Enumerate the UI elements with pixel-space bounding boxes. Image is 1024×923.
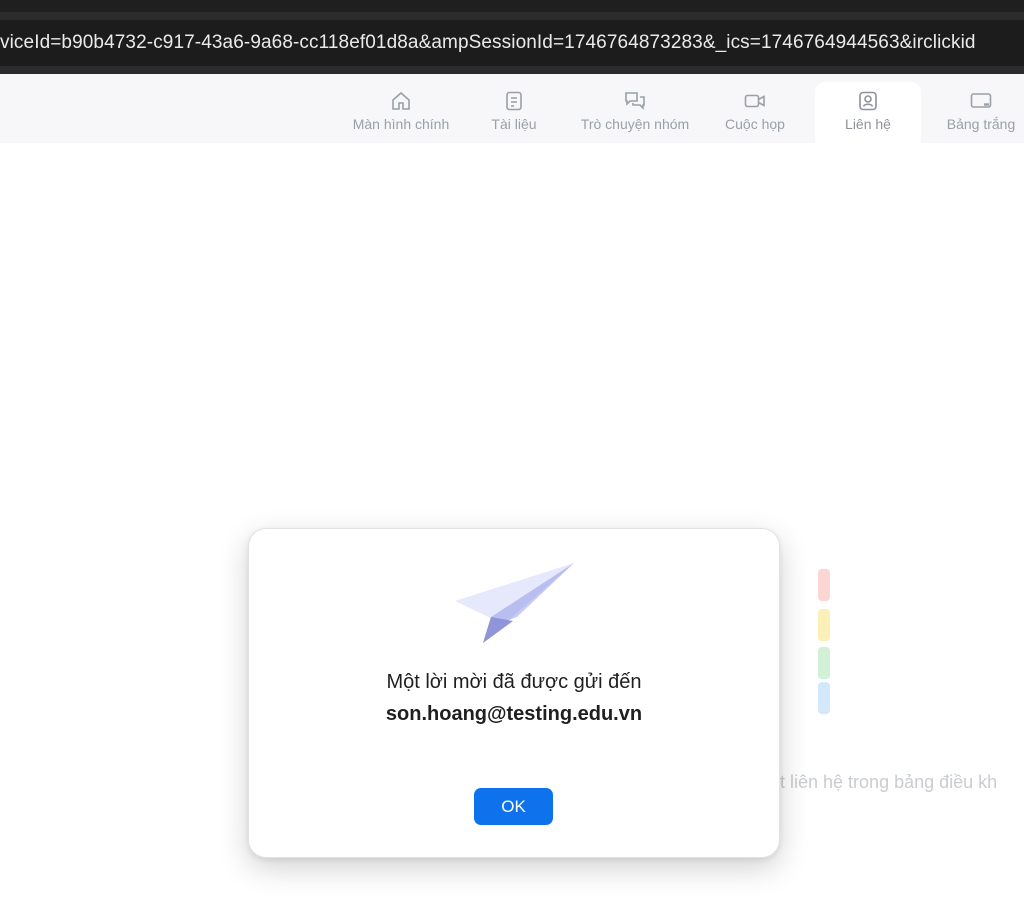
browser-chrome: viceId=b90b4732-c917-43a6-9a68-cc118ef01… [0,0,1024,74]
illustration-bar-yellow [818,609,830,641]
tab-team-chat[interactable]: Trò chuyện nhóm [570,82,700,143]
invite-message: Một lời mời đã được gửi đến [386,671,642,693]
tab-team-chat-label: Trò chuyện nhóm [580,116,690,132]
ok-button[interactable]: OK [474,788,553,825]
illustration-bar-blue [818,682,830,714]
invite-email: son.hoang@testing.edu.vn [385,703,643,725]
paper-plane-icon [455,563,574,643]
tab-meetings[interactable]: Cuộc họp [716,82,794,143]
home-icon [392,91,410,110]
background-hint-text: ột liên hệ trong bảng điều kh [770,772,998,792]
tab-documents[interactable]: Tài liệu [480,82,548,143]
address-bar[interactable]: viceId=b90b4732-c917-43a6-9a68-cc118ef01… [0,20,1024,66]
chat-icon [625,92,645,110]
top-navigation: Màn hình chính Tài liệu Trò chuyện nhóm … [0,74,1024,143]
tab-home-label: Màn hình chính [352,116,450,132]
tab-whiteboard[interactable]: Bảng trắng [938,82,1024,143]
contact-icon [859,91,877,111]
browser-tab-strip [0,0,1024,12]
illustration-bar-red [818,569,830,601]
tab-meetings-label: Cuộc họp [725,116,785,132]
video-camera-icon [744,94,765,108]
tab-documents-label: Tài liệu [491,116,537,132]
tab-home[interactable]: Màn hình chính [340,82,462,143]
url-text[interactable]: viceId=b90b4732-c917-43a6-9a68-cc118ef01… [0,31,976,55]
tab-contacts[interactable]: Liên hệ [815,82,921,143]
tab-whiteboard-label: Bảng trắng [946,116,1016,132]
whiteboard-icon [970,93,992,108]
invite-sent-dialog: Một lời mời đã được gửi đến son.hoang@te… [248,528,780,858]
illustration-bar-green [818,647,830,679]
tab-contacts-label: Liên hệ [845,116,891,132]
document-icon [506,91,522,111]
